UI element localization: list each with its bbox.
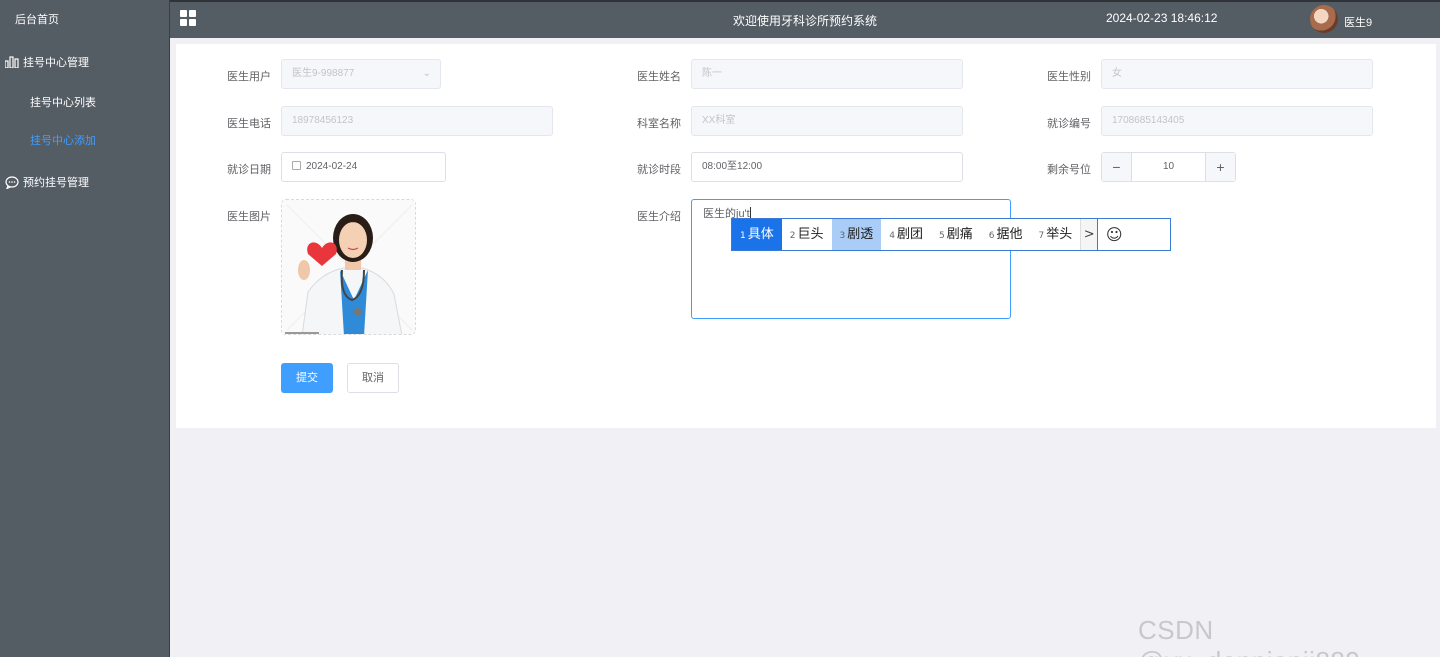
sidebar-item-registration-list[interactable]: 挂号中心列表 bbox=[0, 84, 169, 122]
sidebar-group-registration-center[interactable]: 挂号中心管理 bbox=[0, 40, 169, 84]
remaining-stepper: − 10 + bbox=[1101, 152, 1236, 182]
top-header: 欢迎使用牙科诊所预约系统 2024-02-23 18:46:12 医生9 bbox=[170, 0, 1440, 38]
ime-candidate-5[interactable]: 5 剧痛 bbox=[931, 219, 981, 250]
visit-period-value: 08:00至12:00 bbox=[702, 161, 763, 172]
ime-candidate-7[interactable]: 7 举头 bbox=[1031, 219, 1081, 250]
doctor-photo-image bbox=[282, 200, 415, 334]
ime-candidate-3[interactable]: 3 剧透 bbox=[831, 219, 882, 250]
cancel-button[interactable]: 取消 bbox=[347, 363, 399, 393]
doctor-gender-label: 医生性别 bbox=[1047, 71, 1091, 83]
doctor-name-value: 陈一 bbox=[702, 68, 722, 79]
doctor-intro-textarea[interactable]: 医生的ju't bbox=[691, 199, 1011, 319]
chevron-down-icon: ⌄ bbox=[422, 68, 431, 79]
emoji-icon[interactable]: ☺ bbox=[1097, 219, 1130, 250]
sidebar-group-appointment[interactable]: 预约挂号管理 bbox=[0, 160, 169, 204]
doctor-photo-label: 医生图片 bbox=[227, 211, 271, 223]
sidebar: 后台首页 挂号中心管理 挂号中心列表 挂号中心添加 预约挂号管理 bbox=[0, 0, 170, 657]
doctor-gender-field[interactable]: 女 bbox=[1101, 59, 1373, 89]
ime-candidate-2[interactable]: 2 巨头 bbox=[782, 219, 832, 250]
doctor-user-select[interactable]: 医生9-998877 ⌄ bbox=[281, 59, 441, 89]
chat-icon bbox=[4, 175, 20, 189]
submit-button[interactable]: 提交 bbox=[281, 363, 333, 393]
doctor-name-label: 医生姓名 bbox=[637, 71, 681, 83]
datetime-display: 2024-02-23 18:46:12 bbox=[1106, 11, 1218, 25]
remaining-label: 剩余号位 bbox=[1047, 164, 1091, 176]
username[interactable]: 医生9 bbox=[1344, 14, 1372, 30]
visit-period-label: 就诊时段 bbox=[637, 164, 681, 176]
department-field[interactable]: XX科室 bbox=[691, 106, 963, 136]
ime-candidate-bar: 1 具体 2 巨头 3 剧透 4 剧团 5 剧痛 6 据他 7 举头 > ☺ bbox=[731, 218, 1171, 251]
doctor-gender-value: 女 bbox=[1112, 68, 1122, 79]
department-value: XX科室 bbox=[702, 115, 736, 126]
doctor-name-field[interactable]: 陈一 bbox=[691, 59, 963, 89]
decrement-button[interactable]: − bbox=[1102, 153, 1132, 181]
visit-date-value: 2024-02-24 bbox=[306, 161, 358, 172]
visit-date-label: 就诊日期 bbox=[227, 164, 271, 176]
calendar-icon bbox=[292, 161, 301, 170]
sidebar-group-label: 挂号中心管理 bbox=[23, 57, 89, 69]
watermark: CSDN @vx_danpianji889 bbox=[1138, 615, 1360, 657]
ime-candidate-4[interactable]: 4 剧团 bbox=[881, 219, 931, 250]
visit-number-field[interactable]: 1708685143405 bbox=[1101, 106, 1373, 136]
bar-chart-icon bbox=[4, 55, 20, 69]
sidebar-group-label: 预约挂号管理 bbox=[23, 177, 89, 189]
ime-candidate-6[interactable]: 6 据他 bbox=[981, 219, 1031, 250]
ime-candidate-1[interactable]: 1 具体 bbox=[732, 219, 782, 250]
doctor-phone-field[interactable]: 18978456123 bbox=[281, 106, 553, 136]
avatar[interactable] bbox=[1310, 5, 1338, 33]
visit-date-picker[interactable]: 2024-02-24 bbox=[281, 152, 446, 182]
doctor-intro-label: 医生介绍 bbox=[637, 211, 681, 223]
chevron-right-icon[interactable]: > bbox=[1080, 219, 1098, 250]
increment-button[interactable]: + bbox=[1205, 153, 1235, 181]
department-label: 科室名称 bbox=[637, 118, 681, 130]
doctor-user-value: 医生9-998877 bbox=[292, 68, 355, 79]
visit-period-field[interactable]: 08:00至12:00 bbox=[691, 152, 963, 182]
doctor-user-label: 医生用户 bbox=[227, 71, 271, 83]
page-title: 欢迎使用牙科诊所预约系统 bbox=[732, 14, 877, 28]
visit-number-value: 1708685143405 bbox=[1112, 115, 1185, 126]
visit-number-label: 就诊编号 bbox=[1047, 118, 1091, 130]
doctor-phone-label: 医生电话 bbox=[227, 118, 271, 130]
remaining-value[interactable]: 10 bbox=[1132, 153, 1205, 181]
sidebar-item-home[interactable]: 后台首页 bbox=[0, 0, 169, 40]
doctor-phone-value: 18978456123 bbox=[292, 115, 354, 126]
sidebar-item-registration-add[interactable]: 挂号中心添加 bbox=[0, 122, 169, 160]
photo-uploader[interactable] bbox=[281, 199, 416, 335]
